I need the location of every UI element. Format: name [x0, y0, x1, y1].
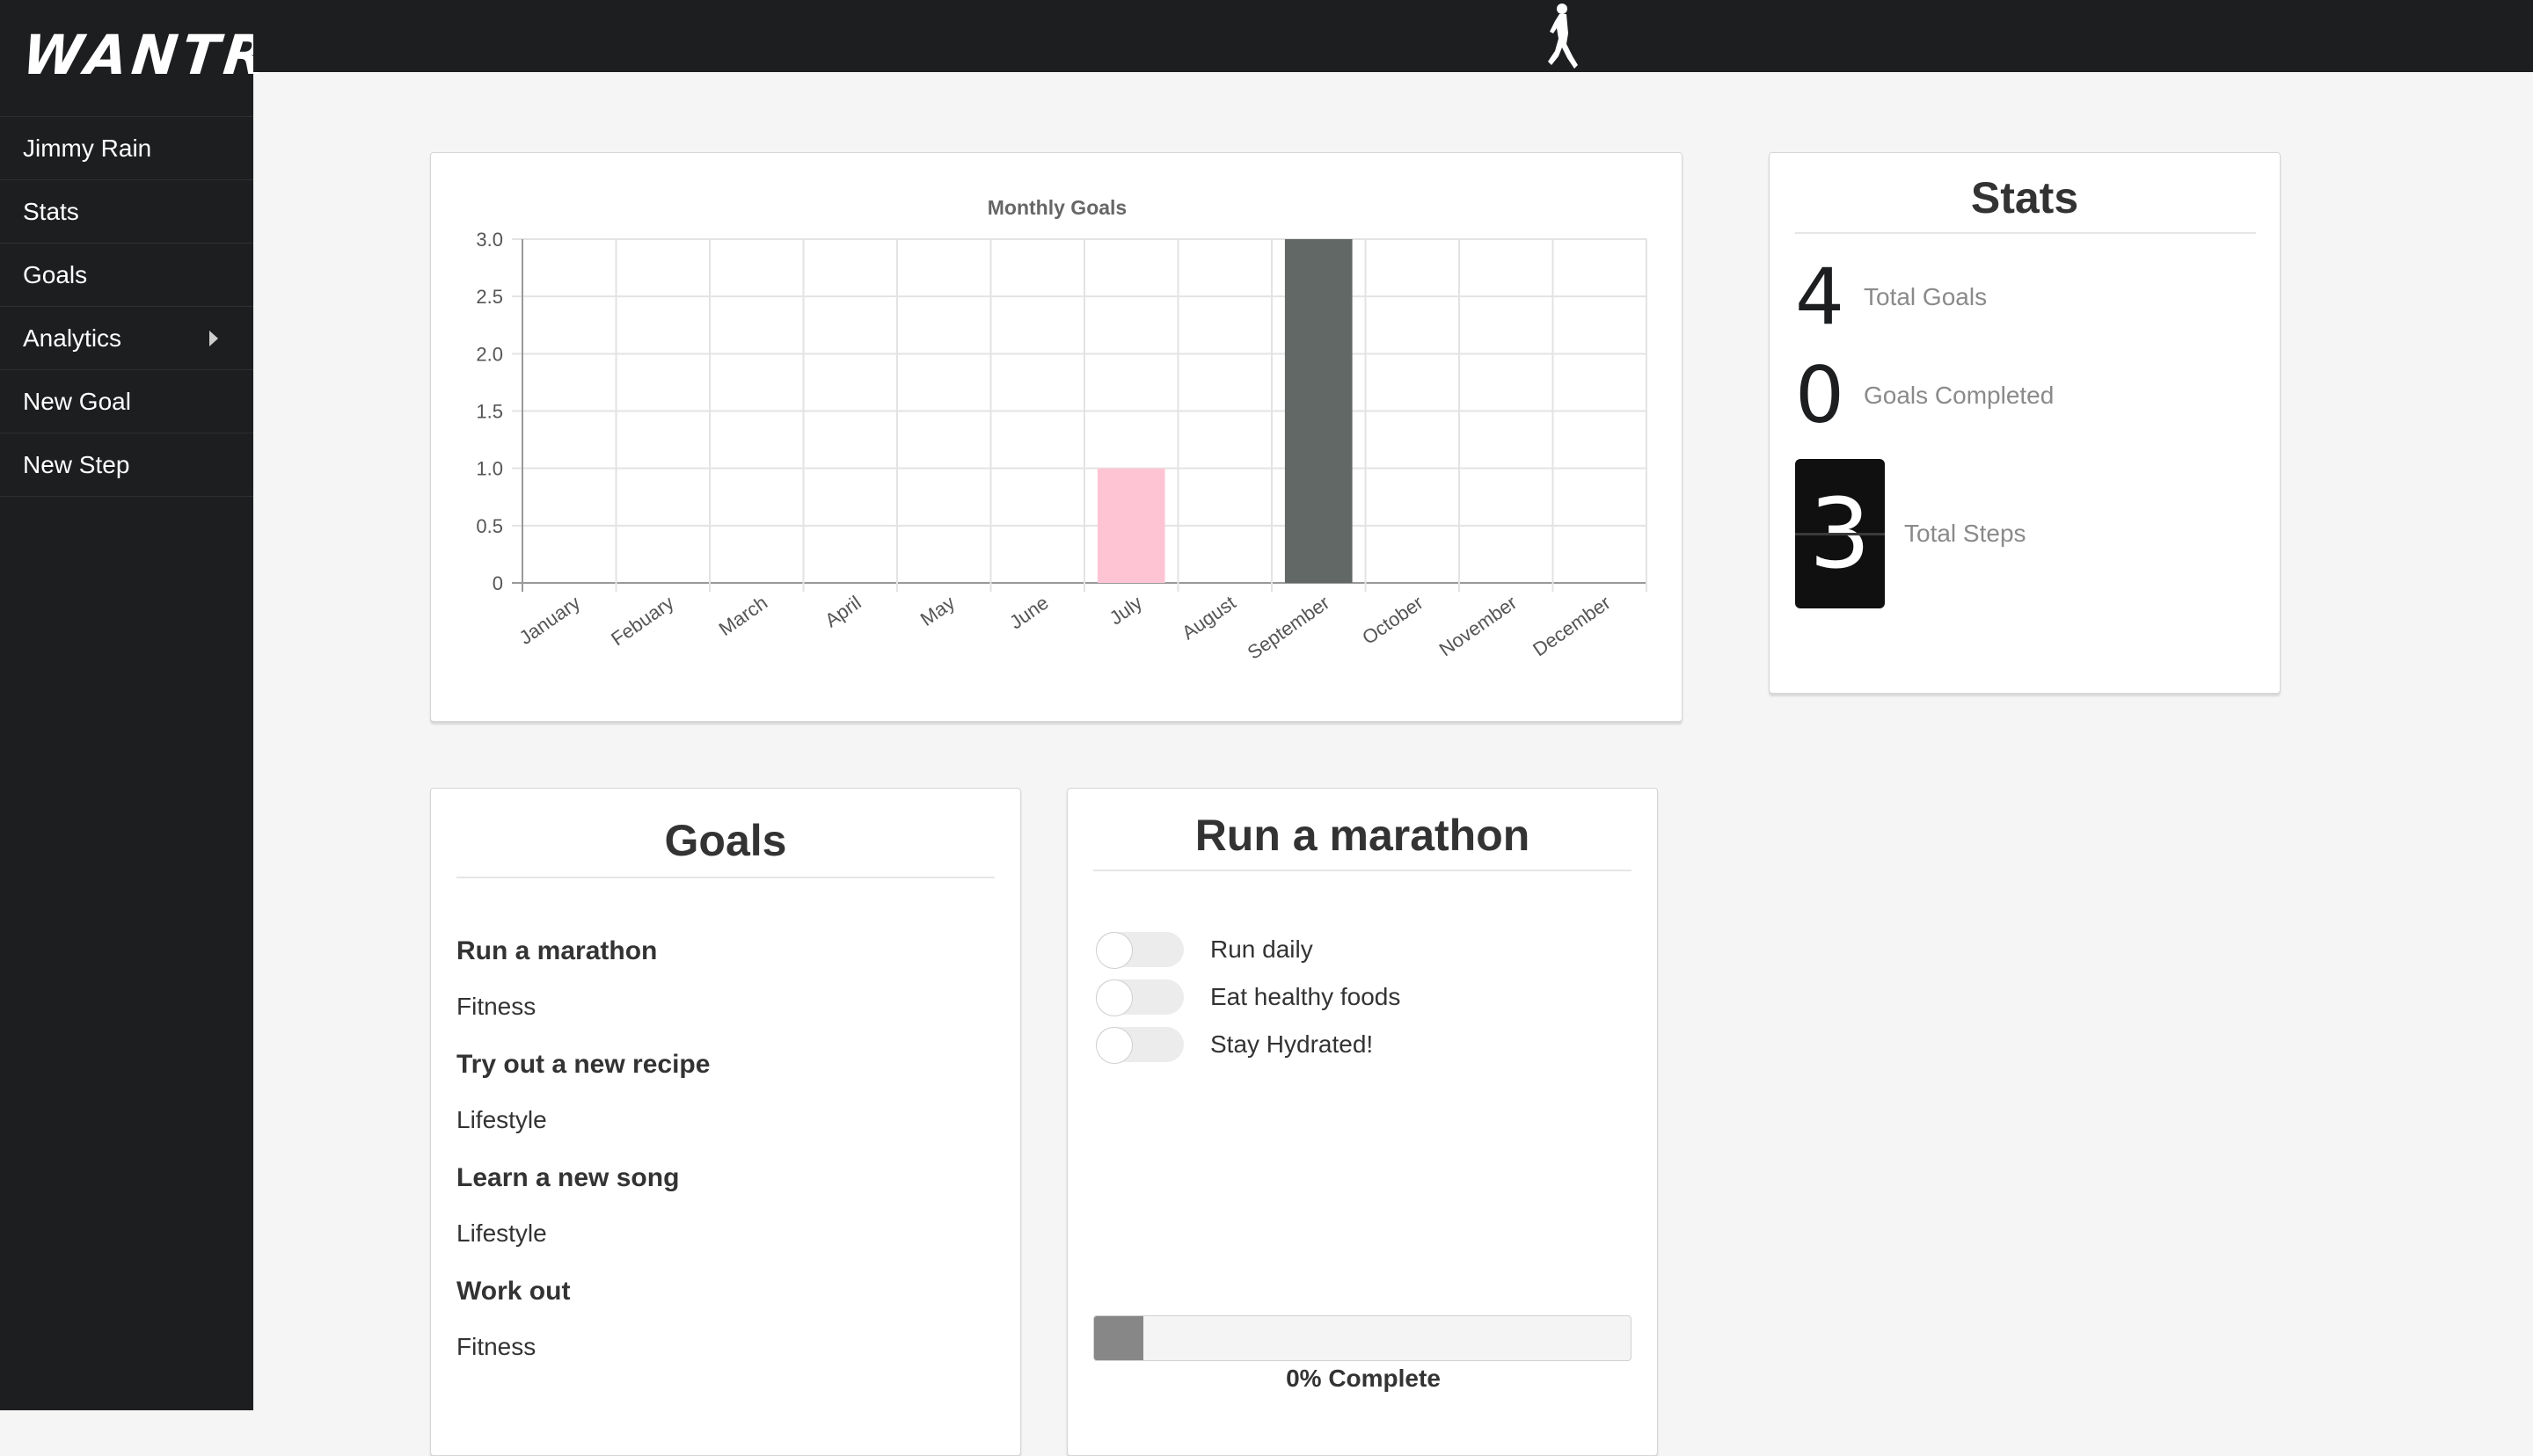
- goal-category: Lifestyle: [456, 1106, 547, 1133]
- x-tick-label: December: [1529, 592, 1614, 661]
- goal-name: Learn a new song: [456, 1163, 680, 1192]
- bar-september: [1284, 239, 1353, 583]
- y-tick-label: 2.0: [476, 343, 503, 365]
- step-item: Run daily: [1096, 932, 1313, 969]
- goal-category: Fitness: [456, 1333, 537, 1360]
- sidebar-item-label: New Step: [23, 450, 130, 478]
- goal-name: Work out: [456, 1277, 571, 1306]
- sidebar-item-analytics[interactable]: Analytics: [0, 307, 253, 370]
- stat-value: 0: [1795, 350, 1844, 440]
- top-bar: [253, 0, 2533, 72]
- flip-counter: 3: [1795, 459, 1885, 608]
- x-tick-label: January: [515, 592, 584, 649]
- stat-label: Goals Completed: [1864, 382, 2055, 409]
- sidebar-item-label: Jimmy Rain: [23, 134, 152, 162]
- sidebar: WANTR Jimmy Rain Stats Goals Analytics N…: [0, 0, 274, 1410]
- x-tick-label: June: [1005, 592, 1052, 634]
- goal-category: Lifestyle: [456, 1219, 547, 1247]
- goal-list: Run a marathon Fitness Try out a new rec…: [456, 936, 710, 1390]
- stats-title: Stats: [1970, 173, 2079, 222]
- x-tick-label: March: [715, 592, 771, 641]
- y-tick-label: 3.0: [476, 229, 503, 251]
- x-tick-label: July: [1106, 592, 1146, 630]
- stat-label: Total Goals: [1864, 283, 1988, 310]
- step-toggle[interactable]: [1096, 932, 1184, 969]
- sidebar-item-stats[interactable]: Stats: [0, 180, 253, 244]
- step-toggle[interactable]: [1096, 979, 1184, 1016]
- goal-name: Run a marathon: [456, 936, 658, 965]
- sidebar-item-label: Goals: [23, 260, 88, 288]
- step-label: Eat healthy foods: [1210, 983, 1401, 1010]
- progress-fill: [1094, 1316, 1143, 1360]
- goal-detail-title: Run a marathon: [1194, 811, 1530, 860]
- chart-title: Monthly Goals: [988, 196, 1127, 219]
- stats-card: Stats 4 Total Goals 0 Goals Completed 3 …: [1769, 152, 2281, 694]
- divider: [456, 877, 995, 878]
- stat-value: 4: [1795, 251, 1844, 342]
- divider: [1795, 232, 2256, 234]
- goal-item[interactable]: Work out Fitness: [456, 1277, 710, 1361]
- goal-item[interactable]: Run a marathon Fitness: [456, 936, 710, 1021]
- sidebar-item-label: New Goal: [23, 387, 131, 415]
- divider: [1093, 870, 1631, 871]
- y-tick-label: 0: [493, 572, 503, 594]
- sidebar-item-new-step[interactable]: New Step: [0, 433, 253, 497]
- sidebar-item-goals[interactable]: Goals: [0, 244, 253, 307]
- step-toggle[interactable]: [1096, 1027, 1184, 1064]
- x-tick-label: April: [821, 592, 865, 632]
- monthly-goals-chart: Monthly Goals 0 0.5 1.0 1.5 2.0 2.5 3.0 January…: [476, 196, 1647, 664]
- stat-goals-completed: 0 Goals Completed: [1795, 357, 2054, 434]
- caret-right-icon: [209, 331, 218, 346]
- step-item: Eat healthy foods: [1096, 979, 1401, 1016]
- goal-item[interactable]: Try out a new recipe Lifestyle: [456, 1050, 710, 1134]
- stat-total-goals: 4 Total Goals: [1795, 258, 1987, 336]
- goals-title: Goals: [664, 816, 787, 865]
- goal-name: Try out a new recipe: [456, 1050, 711, 1079]
- sidebar-item-profile[interactable]: Jimmy Rain: [0, 117, 253, 180]
- app-logo[interactable]: WANTR: [19, 23, 274, 87]
- progress-text: 0% Complete: [1286, 1365, 1441, 1392]
- y-tick-label: 1.5: [476, 401, 503, 423]
- x-tick-label: November: [1435, 592, 1521, 661]
- sidebar-nav: Jimmy Rain Stats Goals Analytics New Goa…: [0, 116, 253, 497]
- x-tick-label: Febuary: [607, 592, 677, 651]
- stat-label: Total Steps: [1904, 520, 2026, 547]
- step-item: Stay Hydrated!: [1096, 1027, 1374, 1064]
- y-tick-label: 1.0: [476, 458, 503, 480]
- x-tick-label: September: [1244, 592, 1334, 664]
- monthly-goals-chart-card: Monthly Goals 0 0.5 1.0 1.5 2.0 2.5 3.0 January…: [430, 152, 1683, 722]
- goal-category: Fitness: [456, 993, 537, 1020]
- step-label: Run daily: [1210, 935, 1313, 963]
- goal-item[interactable]: Learn a new song Lifestyle: [456, 1163, 710, 1248]
- sidebar-item-label: Stats: [23, 197, 79, 225]
- goal-detail-card: Run a marathon Run daily Eat healthy foo…: [1067, 788, 1658, 1456]
- x-tick-label: October: [1358, 592, 1427, 649]
- step-label: Stay Hydrated!: [1210, 1030, 1374, 1058]
- x-tick-label: August: [1178, 592, 1239, 644]
- goals-card: Goals Run a marathon Fitness Try out a n…: [430, 788, 1021, 1456]
- progress-bar: [1093, 1315, 1631, 1361]
- runner-icon: [1548, 4, 1578, 69]
- sidebar-item-label: Analytics: [23, 324, 122, 352]
- x-tick-label: May: [916, 592, 959, 630]
- y-tick-label: 0.5: [476, 515, 503, 537]
- y-tick-label: 2.5: [476, 286, 503, 308]
- bar-july: [1097, 468, 1165, 583]
- sidebar-item-new-goal[interactable]: New Goal: [0, 370, 253, 433]
- stat-total-steps: 3 Total Steps: [1795, 459, 2026, 608]
